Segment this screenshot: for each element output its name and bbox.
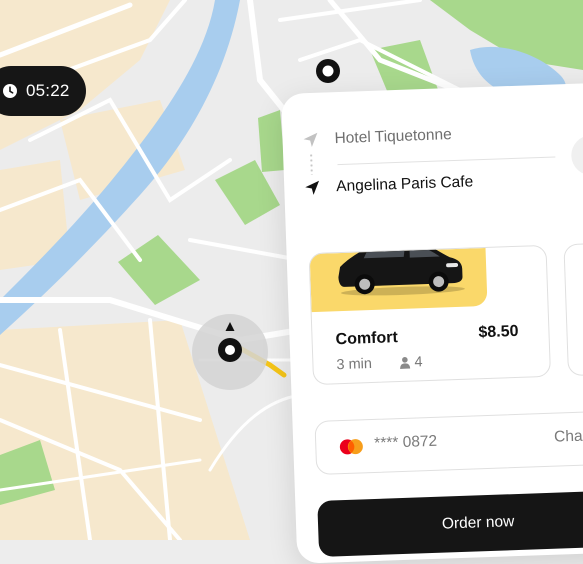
card-number: **** 0872: [373, 432, 438, 452]
route-origin[interactable]: Hotel Tiquetonne: [302, 126, 452, 149]
booking-panel: Hotel Tiquetonne Angelina Paris Cafe Com…: [281, 82, 583, 564]
change-payment-link[interactable]: Change: [554, 427, 583, 447]
mastercard-icon: [339, 439, 363, 455]
payment-method-row[interactable]: **** 0872 Change: [314, 409, 583, 475]
order-now-button[interactable]: Order now: [317, 489, 583, 557]
navigation-arrow-outline-icon: [303, 132, 318, 147]
current-location-marker-icon: [192, 314, 268, 390]
ride-eta: 3 min: [336, 355, 373, 374]
person-icon: [400, 357, 411, 370]
ride-price: $8.50: [478, 322, 519, 342]
ride-option-comfort[interactable]: Comfort $8.50 3 min 4: [308, 244, 552, 386]
navigation-arrow-filled-icon: [305, 180, 320, 195]
route-connector: [310, 152, 313, 176]
route-destination[interactable]: Angelina Paris Cafe: [304, 173, 474, 197]
ride-seats: 4: [414, 354, 423, 371]
ride-name: Comfort: [335, 329, 399, 349]
car-icon: [338, 244, 465, 296]
eta-time: 05:22: [26, 81, 70, 100]
route-divider: [337, 156, 556, 166]
destination-pin-icon: [316, 59, 340, 83]
eta-time-pill: 05:22: [0, 66, 86, 116]
origin-text: Hotel Tiquetonne: [334, 126, 453, 148]
swap-route-button[interactable]: [570, 134, 583, 176]
ride-option-next[interactable]: [563, 242, 583, 377]
destination-text: Angelina Paris Cafe: [335, 173, 474, 196]
clock-icon: [3, 84, 17, 98]
